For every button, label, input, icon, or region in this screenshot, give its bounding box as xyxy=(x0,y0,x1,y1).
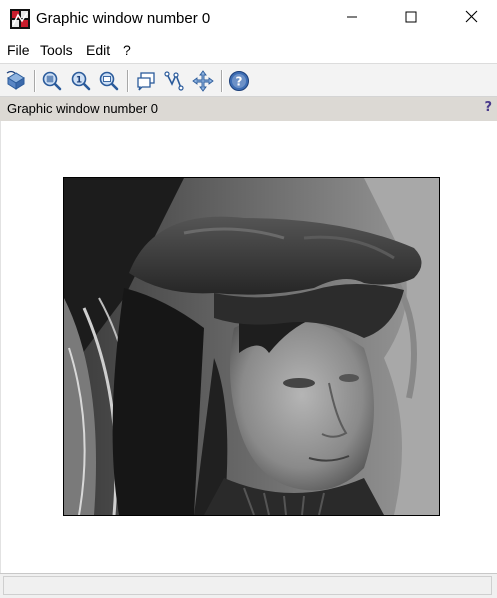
pan-icon xyxy=(192,70,214,96)
minimize-button[interactable] xyxy=(327,0,377,38)
scilab-graphics-icon xyxy=(10,9,30,29)
zoom-original-button[interactable]: 1 xyxy=(70,70,92,92)
menu-tools[interactable]: Tools xyxy=(40,42,73,58)
rotate-button[interactable] xyxy=(5,70,27,92)
toolbar-separator xyxy=(221,70,223,92)
close-button[interactable] xyxy=(446,0,496,38)
context-help-icon[interactable]: ? xyxy=(484,100,492,115)
menu-bar: File Tools Edit ? xyxy=(0,38,497,62)
svg-text:1: 1 xyxy=(76,76,82,86)
menu-help[interactable]: ? xyxy=(123,42,131,58)
close-icon xyxy=(465,10,478,28)
zoom-in-icon xyxy=(41,71,63,96)
window-title: Graphic window number 0 xyxy=(36,10,211,27)
zoom-out-button[interactable] xyxy=(98,70,120,92)
info-bar: Graphic window number 0 ? xyxy=(0,97,497,121)
portrait-image xyxy=(63,177,440,516)
zoom-original-icon: 1 xyxy=(70,71,92,96)
rotate-icon xyxy=(5,70,27,96)
toolbar-separator xyxy=(127,70,129,92)
pan-button[interactable] xyxy=(192,70,214,92)
datatip-button[interactable] xyxy=(135,70,157,92)
help-icon: ? xyxy=(228,71,250,96)
toolbar-separator xyxy=(34,70,36,92)
datatip-curve-icon xyxy=(164,71,186,96)
datatip-icon xyxy=(135,72,157,96)
status-bar xyxy=(0,573,497,598)
menu-edit[interactable]: Edit xyxy=(86,42,110,58)
minimize-icon xyxy=(346,10,358,28)
maximize-icon xyxy=(405,10,417,28)
maximize-button[interactable] xyxy=(386,0,436,38)
datatip-curve-button[interactable] xyxy=(164,70,186,92)
menu-file[interactable]: File xyxy=(7,42,30,58)
info-bar-title: Graphic window number 0 xyxy=(7,101,159,116)
title-bar: Graphic window number 0 xyxy=(0,0,497,38)
zoom-in-button[interactable] xyxy=(41,70,63,92)
status-text xyxy=(3,576,492,595)
graphic-canvas[interactable] xyxy=(0,121,497,573)
zoom-out-icon xyxy=(98,71,120,96)
toolbar: 1 ? xyxy=(0,63,497,97)
svg-text:?: ? xyxy=(236,75,243,89)
help-button[interactable]: ? xyxy=(228,70,250,92)
